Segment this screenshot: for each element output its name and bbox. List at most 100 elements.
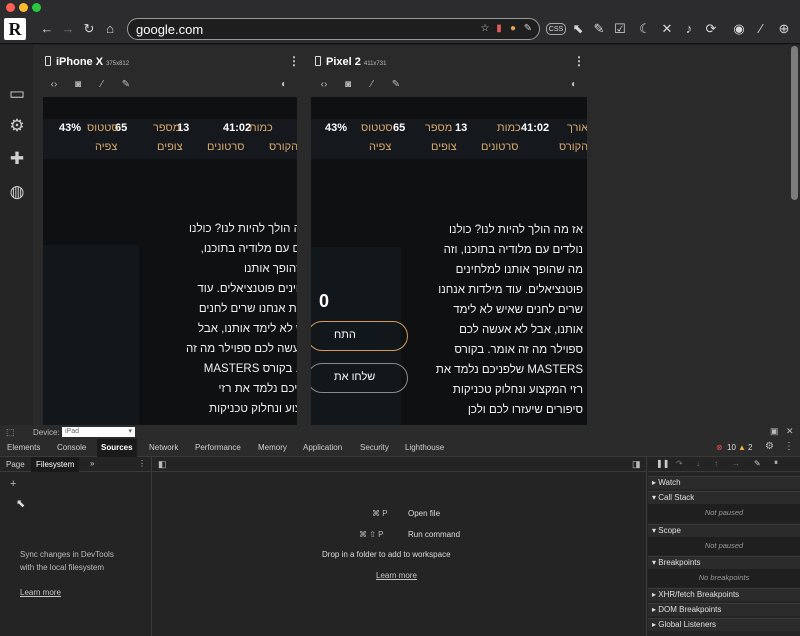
toggle-navigator-icon[interactable]: ◧ <box>158 459 167 470</box>
cta-card: 0 התח שלחו את <box>311 247 408 425</box>
code-icon[interactable]: ‹› <box>317 78 331 92</box>
description-text: אז מה הולך להיות לנו? כולנו נולדים עם מלו… <box>411 220 583 420</box>
mute-icon[interactable]: ✕ <box>658 20 676 38</box>
deactivate-breakpoints-icon[interactable]: ✎ <box>754 459 761 468</box>
edit-box-icon[interactable]: ☑ <box>611 20 629 38</box>
learn-more-link[interactable]: Learn more <box>376 571 417 580</box>
address-bar[interactable]: google.com ☆ ▮ ● ✎ <box>127 18 540 40</box>
extensions-icon[interactable]: ✚ <box>6 148 28 170</box>
inspect-icon[interactable]: ⬚ <box>6 427 15 438</box>
text-line: סיפורים שיעזרו לכם ולכן <box>467 404 583 416</box>
globe-icon[interactable]: ◍ <box>6 181 28 203</box>
text-line: אומר. בקורס MASTERS <box>203 363 297 375</box>
css-icon[interactable]: CSS <box>546 23 566 35</box>
title-bar <box>0 0 800 15</box>
text-line: אז מה הולך להיות לנו? כולנו <box>449 224 583 236</box>
more-options-icon[interactable]: ⋮ <box>573 54 585 68</box>
edit-icon[interactable]: ✎ <box>389 78 403 92</box>
text-line: אז מה הולך להיות לנו? כולנו <box>189 223 297 235</box>
volume-icon[interactable]: ♪ <box>680 20 698 38</box>
screenshot-icon[interactable]: ◙ <box>71 78 85 92</box>
edit-icon[interactable]: ✎ <box>522 22 534 36</box>
screenshot-icon[interactable]: ◙ <box>341 78 355 92</box>
more-options-icon[interactable]: ⋮ <box>288 54 300 68</box>
bookmark-icon[interactable]: ▮ <box>493 22 505 36</box>
tab-sources[interactable]: Sources <box>97 439 137 457</box>
device-viewport: iPhone X 375x812 ⋮ ‹› ◙ ⁄ ✎ ◐ 43% 65 סטטו… <box>33 45 800 425</box>
call-stack-pane[interactable]: ▾ Call Stack <box>648 491 800 504</box>
home-icon[interactable]: ⌂ <box>101 20 119 38</box>
sources-navigator: Page Filesystem » ⋮ + ⬉ Sync changes in … <box>0 457 152 636</box>
dom-breakpoints-pane[interactable]: ▸ DOM Breakpoints <box>648 603 800 616</box>
device-select[interactable]: iPad ▾ <box>62 427 135 437</box>
devtools-panel: ⬚ Device: iPad ▾ ▣ ✕ Elements Console Sou… <box>0 425 800 636</box>
close-icon[interactable]: ✕ <box>786 426 794 437</box>
more-options-icon[interactable]: ⋮ <box>784 441 794 452</box>
global-listeners-pane[interactable]: ▸ Global Listeners <box>648 618 800 631</box>
edit-note-icon[interactable]: ✎ <box>590 20 608 38</box>
code-icon[interactable]: ‹› <box>47 78 61 92</box>
edit-icon[interactable]: ✎ <box>119 78 133 92</box>
more-options-icon[interactable]: ⋮ <box>138 459 146 468</box>
forward-icon[interactable]: → <box>59 20 77 38</box>
warning-icon[interactable]: ▲ <box>738 443 746 452</box>
browser-toolbar: R ← → ↻ ⌂ google.com ☆ ▮ ● ✎ CSS ⬉ ✎ ☑ ☾… <box>0 15 800 44</box>
dock-icon[interactable]: ▣ <box>770 426 779 437</box>
text-line: ספוילר מה זה אומר. בקורס <box>454 344 583 356</box>
tab-security[interactable]: Security <box>360 443 389 452</box>
overflow-icon[interactable]: » <box>90 459 94 468</box>
start-button[interactable]: התח <box>311 321 408 351</box>
star-icon[interactable]: ☆ <box>479 22 491 36</box>
minimize-window-button[interactable] <box>19 3 28 12</box>
learn-more-link[interactable]: Learn more <box>20 588 61 597</box>
tab-performance[interactable]: Performance <box>195 443 241 452</box>
zoom-in-icon[interactable]: ⊕ <box>775 20 793 38</box>
tab-console[interactable]: Console <box>57 443 86 452</box>
tab-application[interactable]: Application <box>303 443 342 452</box>
toggle-debugger-icon[interactable]: ◨ <box>632 459 641 470</box>
settings-icon[interactable]: ⚙ <box>6 115 28 137</box>
rotate-icon[interactable]: ⟳ <box>702 20 720 38</box>
add-screenshot-icon[interactable]: ◉ <box>730 20 748 38</box>
maximize-window-button[interactable] <box>32 3 41 12</box>
navigator-tabs: Page Filesystem » ⋮ <box>0 457 152 472</box>
subtab-page[interactable]: Page <box>6 460 25 469</box>
app-logo: R <box>4 18 26 40</box>
close-window-button[interactable] <box>6 3 15 12</box>
viewport-scrollbar[interactable] <box>791 46 798 200</box>
tab-elements[interactable]: Elements <box>7 443 40 452</box>
subtab-filesystem[interactable]: Filesystem <box>31 457 80 472</box>
extension-icon[interactable]: ● <box>507 22 519 36</box>
step-over-icon[interactable]: ↷ <box>676 459 683 468</box>
eyedropper-icon[interactable]: ⁄ <box>365 78 379 92</box>
mirror-icon[interactable]: ◐ <box>567 78 581 92</box>
eyedropper-icon[interactable]: ⁄ <box>752 20 770 38</box>
tab-memory[interactable]: Memory <box>258 443 287 452</box>
gear-icon[interactable]: ⚙ <box>765 441 774 452</box>
pause-icon[interactable]: ❚❚ <box>656 459 669 468</box>
devices-icon[interactable]: ▭ <box>6 83 28 105</box>
cursor-icon[interactable]: ⬉ <box>569 20 587 38</box>
send-button[interactable]: שלחו את <box>311 363 408 393</box>
scope-pane[interactable]: ▾ Scope <box>648 524 800 537</box>
tab-network[interactable]: Network <box>149 443 178 452</box>
pause-exceptions-icon[interactable]: ⏸ <box>774 458 778 468</box>
watch-pane[interactable]: ▸ Watch <box>648 476 800 489</box>
eyedropper-icon[interactable]: ⁄ <box>95 78 109 92</box>
reload-icon[interactable]: ↻ <box>80 20 98 38</box>
tab-lighthouse[interactable]: Lighthouse <box>405 443 444 452</box>
text-line: מה שהופך אותנו למלחינים <box>455 264 583 276</box>
breakpoints-pane[interactable]: ▾ Breakpoints <box>648 556 800 569</box>
step-out-icon[interactable]: ↑ <box>714 459 718 468</box>
back-icon[interactable]: ← <box>38 20 56 38</box>
moon-icon[interactable]: ☾ <box>636 20 654 38</box>
text-line: מילדות אנחנו שרים לחנים <box>198 303 297 315</box>
step-into-icon[interactable]: ↓ <box>696 459 700 468</box>
error-icon[interactable]: ⊗ <box>716 443 723 452</box>
add-folder-icon[interactable]: + <box>10 478 16 490</box>
text-line: לא אעשה לכם ספוילר מה זה <box>186 343 297 355</box>
device-pixel-2: Pixel 2 411x731 ⋮ ‹› ◙ ⁄ ✎ ◐ 43% 65 סטטוס… <box>303 45 593 425</box>
xhr-breakpoints-pane[interactable]: ▸ XHR/fetch Breakpoints <box>648 588 800 601</box>
step-icon[interactable]: → <box>732 459 740 468</box>
mirror-icon[interactable]: ◐ <box>277 78 291 92</box>
